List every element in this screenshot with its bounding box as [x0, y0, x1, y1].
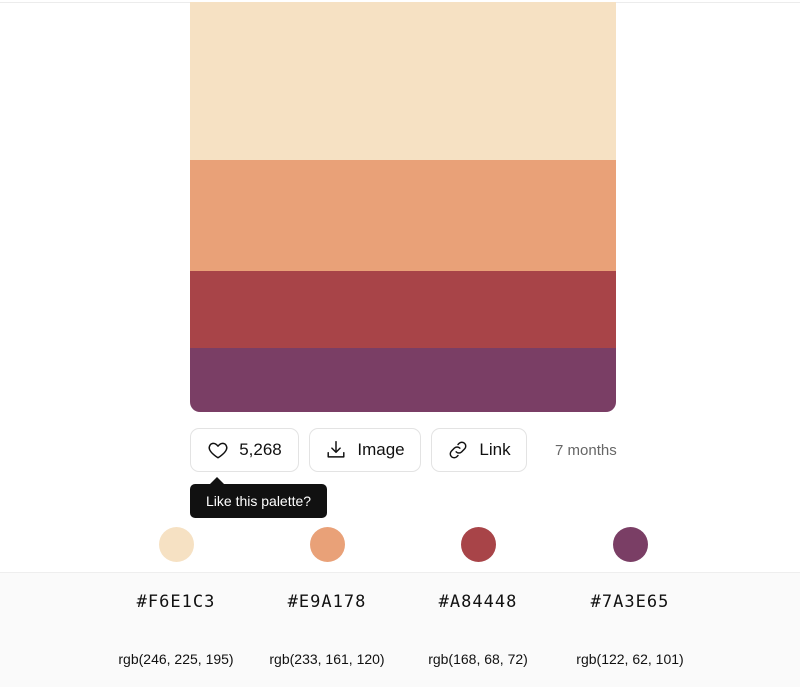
rgb-value[interactable]: rgb(246, 225, 195) [118, 651, 233, 667]
color-dots-row [0, 524, 800, 564]
like-button[interactable]: 5,268 [190, 428, 299, 472]
hex-code[interactable]: #7A3E65 [591, 592, 670, 612]
rgb-value[interactable]: rgb(233, 161, 120) [269, 651, 384, 667]
rgb-values-row: rgb(246, 225, 195) rgb(233, 161, 120) rg… [0, 631, 800, 687]
hex-codes-row: #F6E1C3 #E9A178 #A84448 #7A3E65 [0, 572, 800, 632]
palette-preview[interactable] [190, 2, 616, 412]
link-button-label: Link [479, 440, 511, 459]
image-button-label: Image [357, 440, 405, 459]
color-dot-1[interactable] [158, 526, 194, 562]
download-image-button[interactable]: Image [309, 428, 421, 472]
hex-code[interactable]: #A84448 [439, 592, 518, 612]
link-icon [447, 439, 469, 461]
download-icon [325, 439, 347, 461]
palette-age: 7 months [555, 441, 617, 459]
rgb-value[interactable]: rgb(122, 62, 101) [576, 651, 683, 667]
palette-stripe-1[interactable] [190, 2, 616, 160]
color-dot-3[interactable] [460, 526, 496, 562]
palette-stripe-3[interactable] [190, 271, 616, 348]
hex-code[interactable]: #F6E1C3 [137, 592, 216, 612]
rgb-value[interactable]: rgb(168, 68, 72) [428, 651, 528, 667]
palette-page: 5,268 Image Link 7 months Like this pale… [0, 0, 800, 687]
heart-icon [207, 439, 229, 461]
copy-link-button[interactable]: Link [431, 428, 527, 472]
color-dot-4[interactable] [612, 526, 648, 562]
palette-stripe-4[interactable] [190, 348, 616, 412]
palette-actions: 5,268 Image Link 7 months [190, 428, 617, 472]
like-tooltip: Like this palette? [190, 477, 328, 518]
hex-code[interactable]: #E9A178 [288, 592, 367, 612]
palette-stripe-2[interactable] [190, 160, 616, 271]
color-dot-2[interactable] [309, 526, 345, 562]
like-count: 5,268 [239, 440, 282, 459]
